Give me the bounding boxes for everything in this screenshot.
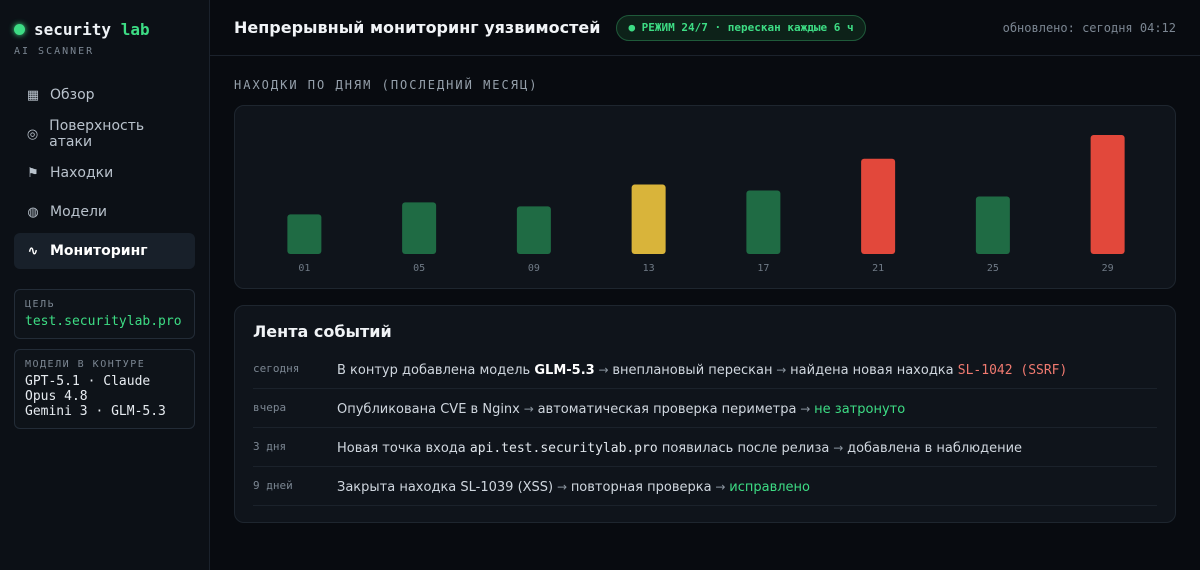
sidebar: security lab AI SCANNER ▦ Обзор ◎ Поверх… (0, 0, 210, 570)
chart-tick-label: 25 (987, 263, 999, 274)
sidebar-item-label: Находки (50, 165, 114, 181)
sidebar-item-label: Обзор (50, 87, 95, 103)
chart-bar-09 (516, 206, 551, 254)
chart-bar-01 (287, 214, 322, 254)
sidebar-item-findings[interactable]: ⚑ Находки (14, 155, 195, 191)
models-list: GPT-5.1 · Claude Opus 4.8 Gemini 3 · GLM… (25, 374, 184, 419)
sidebar-item-label: Модели (50, 204, 107, 220)
event-row: сегодня В контур добавлена модель GLM-5.… (253, 350, 1157, 389)
chart-tick-label: 05 (413, 263, 425, 274)
chart-tick-label: 17 (757, 263, 769, 274)
event-feed: Лента событий сегодня В контур добавлена… (234, 305, 1176, 523)
event-time: сегодня (253, 362, 300, 375)
event-time: вчера (253, 401, 287, 414)
brand-name-accent: lab (120, 19, 150, 39)
event-part: повторная проверка (570, 479, 712, 495)
findings-chart-svg: 01 05 09 13 17 21 25 29 (287, 134, 1125, 274)
sidebar-item-overview[interactable]: ▦ Обзор (14, 77, 195, 113)
chart-bar-17 (746, 190, 781, 254)
chart-tick-label: 13 (643, 263, 655, 274)
chart-tick-label: 21 (872, 263, 884, 274)
arrow-icon: → (553, 479, 571, 494)
sidebar-item-models[interactable]: ◍ Модели (14, 194, 195, 230)
target-value: test.securitylab.pro (25, 314, 182, 329)
event-part: В контур добавлена модель (337, 362, 535, 378)
pulse-icon: ∿ (27, 243, 39, 259)
main: Непрерывный мониторинг уязвимостей ● РЕЖ… (210, 0, 1200, 570)
event-text: Закрыта находка SL-1039 (XSS) → повторна… (337, 480, 810, 495)
event-part: внеплановый перескан (612, 362, 773, 378)
mode-badge: ● РЕЖИМ 24/7 · перескан каждые 6 ч (616, 14, 866, 41)
event-row: 3 дня Новая точка входа api.test.securit… (253, 428, 1157, 467)
event-row: вчера Опубликована CVE в Nginx → автомат… (253, 389, 1157, 428)
chart-bar-13 (631, 184, 666, 254)
arrow-icon: → (829, 440, 848, 455)
event-feed-title: Лента событий (253, 322, 392, 341)
chart-bar-25 (975, 196, 1010, 254)
brand: security lab (14, 18, 195, 40)
event-list: сегодня В контур добавлена модель GLM-5.… (253, 350, 1157, 506)
target-label: ЦЕЛЬ (25, 299, 56, 310)
endpoint-host: api.test.securitylab.pro (469, 440, 658, 456)
event-model-name: GLM-5.3 (534, 362, 595, 378)
arrow-icon: → (711, 479, 730, 494)
event-part: появилась после релиза (657, 440, 830, 456)
models-line: GPT-5.1 · Claude Opus 4.8 (25, 374, 151, 404)
updated-timestamp: обновлено: сегодня 04:12 (1002, 20, 1176, 35)
topbar: Непрерывный мониторинг уязвимостей ● РЕЖ… (210, 0, 1200, 56)
event-part: Опубликована CVE в Nginx (337, 401, 520, 417)
event-row: 9 дней Закрыта находка SL-1039 (XSS) → п… (253, 467, 1157, 506)
page-title: Непрерывный мониторинг уязвимостей (234, 18, 601, 37)
event-text: В контур добавлена модель GLM-5.3 → внеп… (337, 363, 1067, 378)
brand-subtitle: AI SCANNER (14, 46, 95, 57)
finding-link[interactable]: SL-1042 (SSRF) (958, 363, 1068, 378)
target-icon: ◎ (26, 126, 39, 142)
models-label: МОДЕЛИ В КОНТУРЕ (25, 359, 146, 370)
event-time: 9 дней (253, 479, 293, 492)
models-line: Gemini 3 · GLM-5.3 (25, 404, 166, 419)
sidebar-item-attack-surface[interactable]: ◎ Поверхность атаки (14, 116, 195, 152)
target-box: ЦЕЛЬ test.securitylab.pro (14, 289, 195, 339)
event-part: найдена новая находка (790, 362, 958, 378)
arrow-icon: → (796, 401, 815, 416)
models-box: МОДЕЛИ В КОНТУРЕ GPT-5.1 · Claude Opus 4… (14, 349, 195, 429)
event-part: добавлена в наблюдение (847, 440, 1023, 456)
brand-name: security lab (34, 20, 150, 39)
event-text: Опубликована CVE в Nginx → автоматическа… (337, 402, 905, 417)
arrow-icon: → (772, 362, 791, 377)
sidebar-item-label: Мониторинг (50, 243, 148, 259)
event-text: Новая точка входа api.test.securitylab.p… (337, 441, 1022, 456)
chart-tick-label: 01 (298, 263, 310, 274)
sidebar-item-label: Поверхность атаки (49, 118, 145, 150)
event-time: 3 дня (253, 440, 287, 453)
grid-icon: ▦ (26, 87, 40, 103)
sidebar-item-monitoring[interactable]: ∿ Мониторинг (14, 233, 195, 269)
chart-tick-label: 09 (528, 263, 540, 274)
status-dot-icon (14, 23, 25, 35)
sidebar-nav: ▦ Обзор ◎ Поверхность атаки ⚑ Находки ◍ … (14, 77, 195, 269)
event-part: автоматическая проверка периметра (537, 401, 797, 417)
event-part: Закрыта находка SL-1039 (XSS) (337, 479, 554, 495)
flag-icon: ⚑ (27, 165, 39, 181)
findings-chart: 01 05 09 13 17 21 25 29 (234, 105, 1176, 289)
brand-name-main: security (34, 19, 112, 39)
event-status: исправлено (729, 479, 810, 495)
event-status: не затронуто (814, 401, 906, 417)
chart-tick-label: 29 (1102, 263, 1114, 274)
chart-section-title: НАХОДКИ ПО ДНЯМ (ПОСЛЕДНИЙ МЕСЯЦ) (234, 78, 539, 92)
chart-bar-29 (1090, 134, 1125, 254)
arrow-icon: → (519, 401, 538, 416)
globe-icon: ◍ (27, 204, 39, 220)
arrow-icon: → (594, 362, 613, 377)
chart-bar-21 (861, 158, 896, 254)
chart-bar-05 (402, 202, 437, 254)
event-part: Новая точка входа (337, 440, 470, 456)
